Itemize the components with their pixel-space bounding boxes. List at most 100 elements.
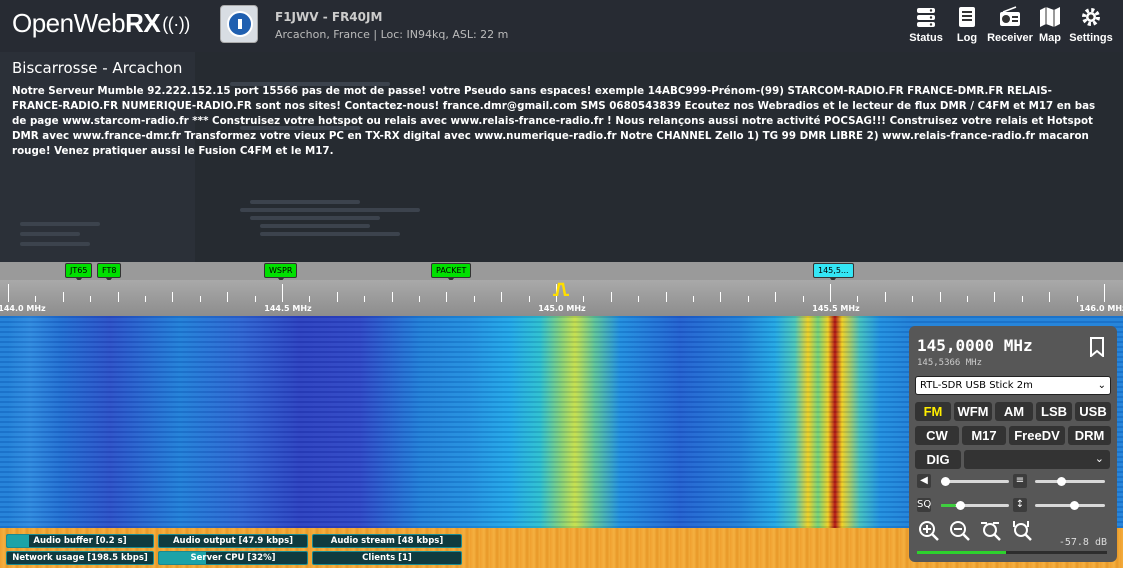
bookmark-jt65[interactable]: JT65 bbox=[65, 263, 93, 282]
status-network-usage: Network usage [198.5 kbps] bbox=[6, 551, 154, 565]
receiver-callsign: F1JWV - FR40JM bbox=[275, 10, 383, 24]
scale-tick bbox=[665, 292, 667, 302]
mode-cw-button[interactable]: CW bbox=[915, 426, 959, 445]
scale-tick bbox=[227, 292, 229, 302]
scale-tick bbox=[62, 292, 64, 302]
scale-tick bbox=[90, 296, 92, 302]
scale-tick bbox=[199, 296, 201, 302]
bookmark-icon[interactable] bbox=[1089, 337, 1105, 357]
scale-tick bbox=[364, 296, 366, 302]
scale-tick bbox=[1049, 292, 1051, 302]
sdr-profile-select[interactable]: RTL-SDR USB Stick 2m ⌄ bbox=[915, 376, 1111, 395]
scale-tick bbox=[775, 292, 777, 302]
scale-tick bbox=[473, 296, 475, 302]
mode-dig-button[interactable]: DIG bbox=[915, 450, 961, 469]
scale-tick bbox=[1076, 296, 1078, 302]
status-fill bbox=[7, 535, 29, 547]
status-clients-label: Clients [1] bbox=[362, 553, 412, 563]
scale-tick bbox=[336, 292, 338, 302]
settings-label: Settings bbox=[1069, 32, 1113, 44]
speaker-icon[interactable]: ◀ bbox=[917, 474, 931, 488]
openwebrx-logo[interactable]: OpenWebRX ((·)) bbox=[12, 8, 190, 39]
zoom-out-icon[interactable] bbox=[949, 520, 971, 542]
scale-tick bbox=[939, 292, 941, 302]
gear-icon bbox=[1082, 8, 1100, 26]
status-audio-output-label: Audio output [47.9 kbps] bbox=[172, 536, 294, 546]
background-line bbox=[250, 216, 380, 220]
squelch-icon[interactable]: SQ bbox=[917, 498, 931, 512]
scale-tick bbox=[501, 292, 503, 302]
header-bar: OpenWebRX ((·)) F1JWV - FR40JM Arcachon, … bbox=[0, 0, 1123, 52]
zoom-in-icon[interactable] bbox=[918, 520, 940, 542]
waterfall-range-slider[interactable] bbox=[1035, 501, 1105, 510]
squelch-fill bbox=[941, 504, 956, 507]
tuning-marker-icon[interactable] bbox=[552, 282, 570, 296]
radio-waves-icon: ((·)) bbox=[162, 14, 190, 34]
settings-button[interactable]: Settings bbox=[1066, 6, 1116, 44]
scale-tick bbox=[254, 296, 256, 302]
scale-tick bbox=[391, 292, 393, 302]
scale-tick bbox=[419, 296, 420, 302]
scale-tick bbox=[802, 296, 804, 302]
background-line bbox=[250, 200, 360, 204]
mode-wfm-button[interactable]: WFM bbox=[954, 402, 992, 421]
scale-tick bbox=[912, 296, 914, 302]
chevron-down-icon: ⌄ bbox=[1094, 452, 1104, 465]
antenna-icon bbox=[227, 11, 253, 37]
waterfall-range-knob[interactable] bbox=[1070, 501, 1079, 510]
mode-fm-button[interactable]: FM bbox=[915, 402, 951, 421]
background-line bbox=[20, 232, 80, 236]
receiver-panel: 145,0000 MHz 145,5366 MHz RTL-SDR USB St… bbox=[909, 326, 1117, 562]
scale-tick bbox=[693, 296, 694, 302]
mode-freedv-button[interactable]: FreeDV bbox=[1009, 426, 1065, 445]
scale-tick bbox=[720, 292, 722, 302]
sdr-profile-value: RTL-SDR USB Stick 2m bbox=[920, 380, 1033, 391]
mode-am-button[interactable]: AM bbox=[995, 402, 1033, 421]
logo-text: OpenWeb bbox=[12, 8, 126, 38]
scale-tick bbox=[857, 296, 859, 302]
signal-db-readout: -57.8 dB bbox=[1058, 537, 1107, 548]
s-meter-bar bbox=[917, 551, 1107, 554]
noise-reduction-icon[interactable]: ≡ bbox=[1013, 474, 1027, 488]
volume-knob[interactable] bbox=[941, 477, 950, 486]
mode-lsb-button[interactable]: LSB bbox=[1036, 402, 1072, 421]
background-line bbox=[20, 222, 100, 226]
frequency-display[interactable]: 145,0000 MHz bbox=[917, 336, 1033, 355]
log-icon bbox=[959, 7, 975, 27]
scale-tick bbox=[35, 296, 37, 302]
scale-tick bbox=[830, 284, 831, 302]
background-line bbox=[240, 208, 420, 212]
waterfall-range-icon[interactable]: ↕ bbox=[1013, 498, 1027, 512]
status-audio-stream-label: Audio stream [48 kbps] bbox=[330, 536, 444, 546]
scale-tick bbox=[1104, 284, 1105, 302]
scale-tick bbox=[309, 296, 311, 302]
scale-tick bbox=[638, 296, 640, 302]
scale-tick bbox=[610, 292, 612, 302]
bookmark-packet[interactable]: PACKET bbox=[431, 263, 472, 282]
squelch-knob[interactable] bbox=[956, 501, 965, 510]
zoom-to-tuned-icon[interactable] bbox=[1011, 520, 1033, 542]
noise-reduction-slider[interactable] bbox=[1035, 477, 1105, 486]
mode-m17-button[interactable]: M17 bbox=[962, 426, 1006, 445]
status-audio-buffer-label: Audio buffer [0.2 s] bbox=[33, 536, 127, 546]
squelch-slider[interactable] bbox=[941, 501, 1009, 510]
status-audio-stream: Audio stream [48 kbps] bbox=[312, 534, 462, 548]
mode-usb-button[interactable]: USB bbox=[1075, 402, 1111, 421]
zoom-reset-icon[interactable] bbox=[980, 520, 1002, 542]
receiver-title: Biscarrosse - Arcachon bbox=[12, 59, 183, 77]
bookmark-ft8[interactable]: FT8 bbox=[97, 263, 122, 282]
receiver-icon bbox=[1000, 6, 1020, 26]
status-clients: Clients [1] bbox=[312, 551, 462, 565]
scale-tick bbox=[172, 292, 174, 302]
bookmark-145-5[interactable]: 145,5... bbox=[813, 263, 854, 282]
receiver-avatar[interactable] bbox=[220, 5, 258, 43]
chevron-down-icon: ⌄ bbox=[1097, 380, 1106, 391]
volume-slider[interactable] bbox=[941, 477, 1009, 486]
scale-tick bbox=[994, 292, 996, 302]
bookmark-strip: JT65 FT8 WSPR PACKET 145,5... bbox=[0, 262, 1123, 282]
scale-tick bbox=[884, 292, 886, 302]
noise-reduction-knob[interactable] bbox=[1057, 477, 1066, 486]
bookmark-wspr[interactable]: WSPR bbox=[264, 263, 298, 282]
digital-mode-select[interactable]: ⌄ bbox=[964, 450, 1110, 469]
mode-drm-button[interactable]: DRM bbox=[1068, 426, 1111, 445]
